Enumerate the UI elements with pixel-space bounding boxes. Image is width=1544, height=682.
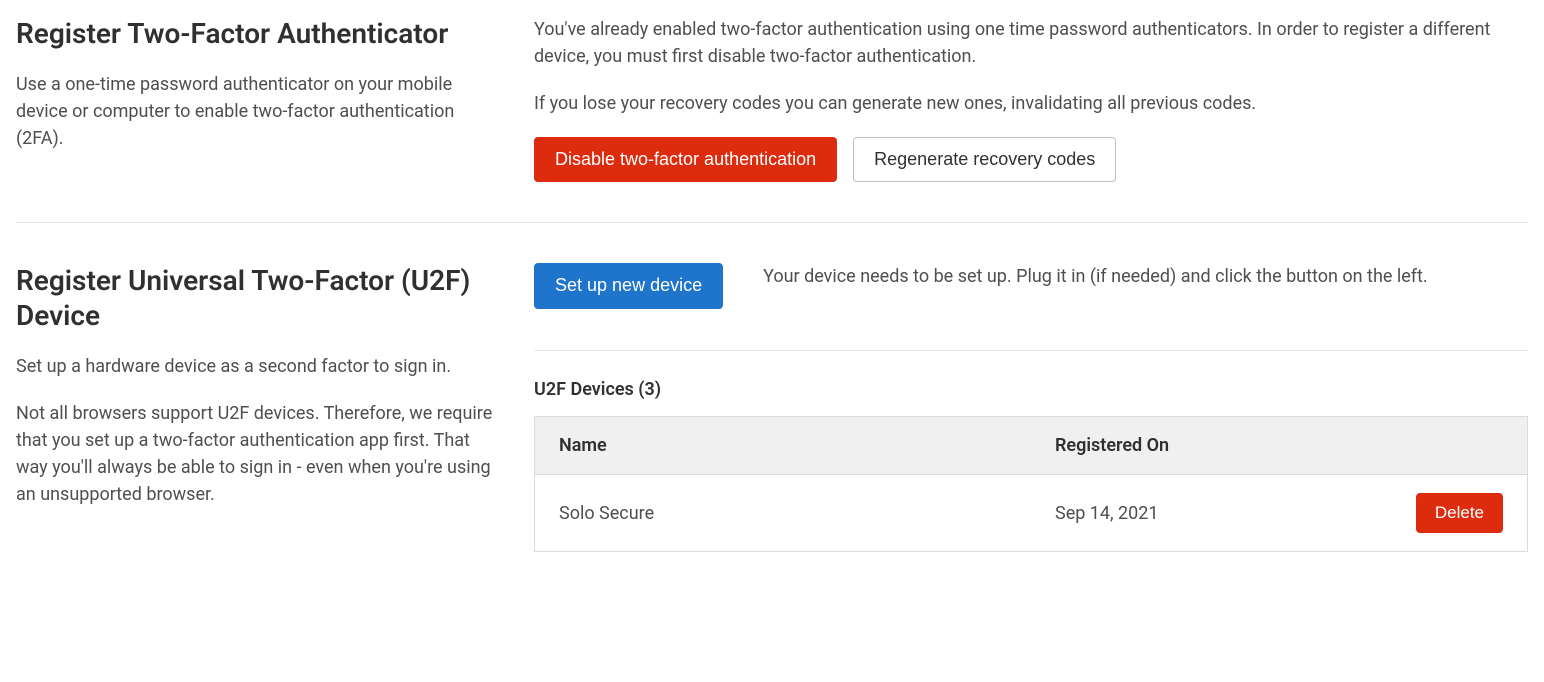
recovery-codes-message: If you lose your recovery codes you can … [534, 90, 1528, 117]
disable-two-factor-button[interactable]: Disable two-factor authentication [534, 137, 837, 182]
setup-new-device-button[interactable]: Set up new device [534, 263, 723, 308]
section-sidebar: Register Universal Two-Factor (U2F) Devi… [16, 263, 494, 552]
section-description: Set up a hardware device as a second fac… [16, 353, 494, 380]
table-row: Solo SecureSep 14, 2021 Delete [535, 475, 1528, 552]
column-header-actions [1379, 417, 1528, 475]
regenerate-recovery-codes-button[interactable]: Regenerate recovery codes [853, 137, 1116, 182]
section-sidebar: Register Two-Factor Authenticator Use a … [16, 16, 494, 182]
section-description-secondary: Not all browsers support U2F devices. Th… [16, 400, 494, 508]
column-header-registered-on: Registered On [1031, 417, 1379, 475]
u2f-devices-table: Name Registered On Solo SecureSep 14, 20… [534, 416, 1528, 552]
u2f-device-section: Register Universal Two-Factor (U2F) Devi… [16, 222, 1528, 592]
u2f-devices-table-title: U2F Devices (3) [534, 379, 1528, 400]
setup-device-hint: Your device needs to be set up. Plug it … [763, 263, 1528, 290]
device-action-cell: Delete [1379, 475, 1528, 552]
delete-device-button[interactable]: Delete [1416, 493, 1503, 533]
two-factor-enabled-message: You've already enabled two-factor authen… [534, 16, 1528, 70]
two-factor-authenticator-section: Register Two-Factor Authenticator Use a … [16, 16, 1528, 222]
column-header-name: Name [535, 417, 1032, 475]
section-title: Register Two-Factor Authenticator [16, 16, 494, 51]
section-content: You've already enabled two-factor authen… [534, 16, 1528, 182]
device-registered-on-cell: Sep 14, 2021 [1031, 475, 1379, 552]
section-description: Use a one-time password authenticator on… [16, 71, 494, 152]
u2f-setup-row: Set up new device Your device needs to b… [534, 263, 1528, 351]
button-row: Disable two-factor authentication Regene… [534, 137, 1528, 182]
section-content: Set up new device Your device needs to b… [534, 263, 1528, 552]
device-name-cell: Solo Secure [535, 475, 1032, 552]
section-title: Register Universal Two-Factor (U2F) Devi… [16, 263, 494, 333]
